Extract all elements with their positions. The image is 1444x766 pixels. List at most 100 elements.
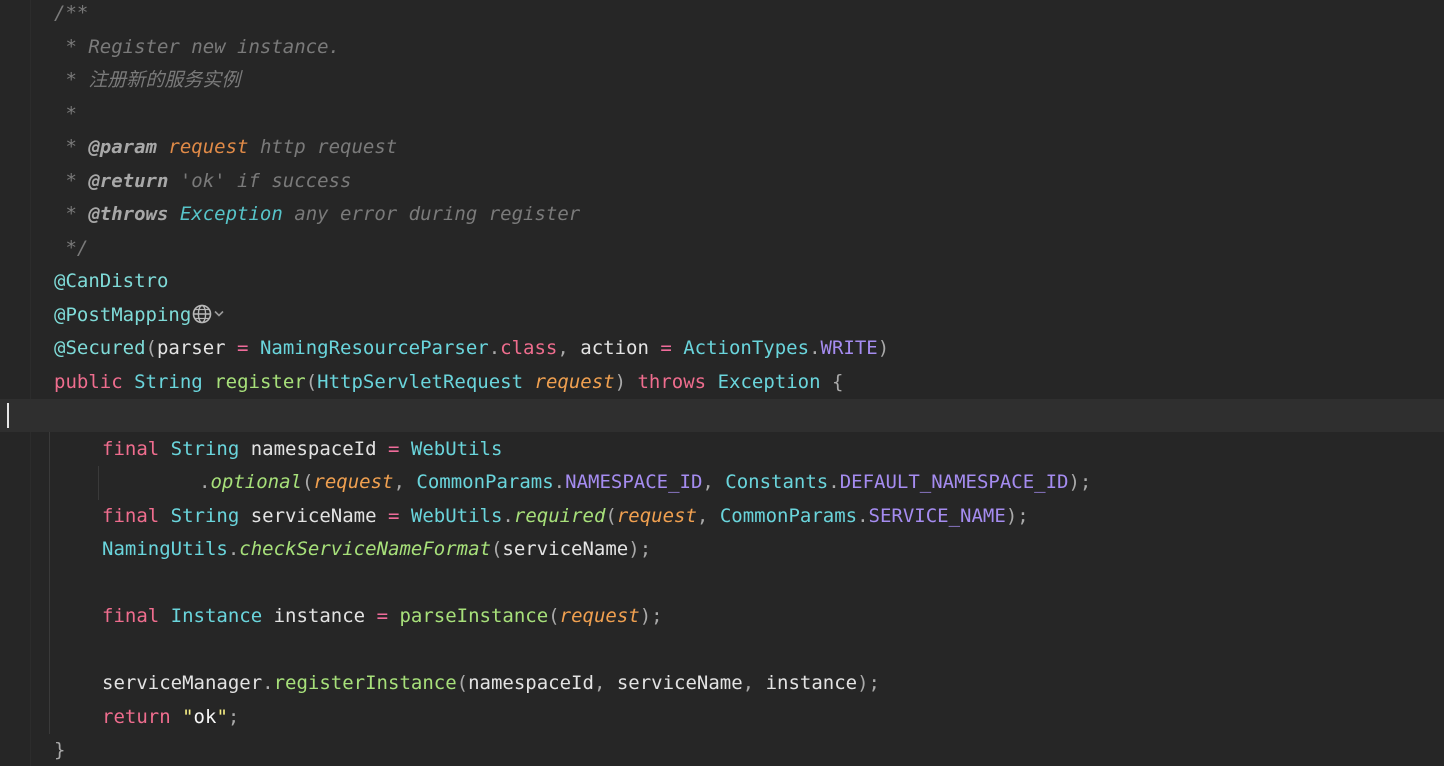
- code-token: );: [1005, 504, 1029, 527]
- code-editor[interactable]: /** * Register new instance. * 注册新的服务实例 …: [0, 0, 1444, 766]
- code-token: CommonParams: [416, 471, 554, 493]
- code-token: HttpServletRequest: [317, 370, 524, 393]
- code-token: Exception: [717, 370, 821, 393]
- code-line[interactable]: * Register new instance.: [0, 31, 1444, 64]
- code-token: .: [809, 337, 821, 359]
- code-token: );: [639, 605, 663, 627]
- code-token: .: [553, 471, 566, 493]
- code-token: String: [170, 504, 240, 527]
- code-token: request: [559, 605, 640, 627]
- code-line[interactable]: * @return 'ok' if success: [0, 165, 1444, 198]
- code-line[interactable]: * @throws Exception any error during reg…: [0, 198, 1444, 231]
- code-token: String: [170, 437, 240, 460]
- code-token: @return: [88, 169, 169, 192]
- code-line[interactable]: final String namespaceId = WebUtils: [0, 433, 1444, 466]
- code-token: @throws: [88, 203, 169, 225]
- code-token: ,: [742, 672, 766, 694]
- code-token: Constants: [725, 471, 829, 493]
- code-token: );: [628, 538, 652, 560]
- code-token: http request: [248, 136, 398, 158]
- code-line[interactable]: .optional(request, CommonParams.NAMESPAC…: [0, 466, 1444, 499]
- globe-icon[interactable]: [191, 303, 227, 325]
- code-token: NAMESPACE_ID: [565, 471, 703, 493]
- line-text: /**: [54, 0, 88, 30]
- code-line[interactable]: @CanDistro: [0, 265, 1444, 298]
- code-token: .: [227, 538, 240, 560]
- code-token: =: [648, 337, 684, 359]
- code-line[interactable]: */: [0, 232, 1444, 265]
- code-token: optional: [210, 471, 302, 493]
- code-line[interactable]: * 注册新的服务实例: [0, 64, 1444, 97]
- code-token: {: [820, 370, 844, 393]
- code-token: @PostMapping: [54, 303, 192, 326]
- code-line[interactable]: * @param request http request: [0, 131, 1444, 164]
- code-token: .: [502, 504, 514, 527]
- code-token: ,: [696, 504, 720, 527]
- line-text: public String register(HttpServletReques…: [54, 366, 843, 399]
- code-token: ,: [557, 337, 581, 359]
- line-text: NamingUtils.checkServiceNameFormat(servi…: [102, 533, 651, 566]
- code-token: *: [54, 136, 89, 158]
- line-text: final String namespaceId = WebUtils: [102, 433, 502, 466]
- code-token: throws: [637, 370, 707, 393]
- code-token: Instance: [170, 605, 263, 627]
- code-token: ,: [702, 471, 726, 493]
- code-token: NamingUtils: [102, 538, 228, 560]
- code-token: .: [828, 471, 840, 493]
- line-text: * 注册新的服务实例: [54, 64, 240, 97]
- code-line[interactable]: @Secured(parser = NamingResourceParser.c…: [0, 332, 1444, 365]
- line-text: final Instance instance = parseInstance(…: [102, 600, 663, 633]
- code-token: registerInstance: [273, 672, 457, 694]
- code-token: (: [145, 337, 157, 359]
- line-text: * Register new instance.: [54, 31, 340, 64]
- line-text: .optional(request, CommonParams.NAMESPAC…: [199, 466, 1091, 499]
- current-line[interactable]: [0, 399, 1444, 432]
- code-token: @Secured: [54, 337, 146, 359]
- code-line[interactable]: *: [0, 98, 1444, 131]
- code-token: =: [376, 504, 411, 527]
- line-text: @Secured(parser = NamingResourceParser.c…: [54, 332, 889, 365]
- code-token: );: [857, 672, 880, 694]
- code-token: (: [548, 605, 560, 627]
- code-line[interactable]: final Instance instance = parseInstance(…: [0, 600, 1444, 633]
- code-token: ": [182, 705, 194, 728]
- code-token: ": [216, 705, 228, 728]
- code-token: *: [54, 169, 89, 192]
- code-line[interactable]: [0, 634, 1444, 667]
- line-text: * @param request http request: [54, 131, 397, 164]
- code-line[interactable]: final String serviceName = WebUtils.requ…: [0, 500, 1444, 533]
- code-token: Exception: [179, 203, 283, 225]
- code-token: serviceName: [616, 672, 743, 694]
- code-line[interactable]: serviceManager.registerInstance(namespac…: [0, 667, 1444, 700]
- line-text: }: [54, 734, 65, 766]
- code-token: * Register new instance.: [54, 35, 340, 58]
- code-token: DEFAULT_NAMESPACE_ID: [839, 471, 1069, 493]
- code-token: (: [305, 370, 318, 393]
- text-cursor: [7, 403, 9, 428]
- code-line[interactable]: return "ok";: [0, 701, 1444, 734]
- code-token: register: [214, 370, 306, 393]
- code-token: namespaceId: [468, 672, 594, 694]
- code-token: final: [102, 504, 160, 527]
- code-line[interactable]: NamingUtils.checkServiceNameFormat(servi…: [0, 533, 1444, 566]
- code-token: );: [1068, 471, 1092, 493]
- code-token: WRITE: [820, 337, 878, 359]
- code-token: serviceName: [502, 538, 629, 560]
- code-line[interactable]: @PostMapping: [0, 299, 1444, 332]
- code-token: @param: [88, 136, 157, 158]
- code-token: =: [365, 605, 400, 627]
- line-text: serviceManager.registerInstance(namespac…: [102, 667, 880, 700]
- code-token: .: [262, 672, 274, 694]
- line-text: final String serviceName = WebUtils.requ…: [102, 500, 1029, 533]
- code-token: serviceName: [239, 504, 377, 527]
- code-line[interactable]: [0, 567, 1444, 600]
- code-token: required: [513, 504, 606, 527]
- code-line[interactable]: /**: [0, 0, 1444, 30]
- code-line[interactable]: }: [0, 734, 1444, 766]
- code-line[interactable]: public String register(HttpServletReques…: [0, 366, 1444, 399]
